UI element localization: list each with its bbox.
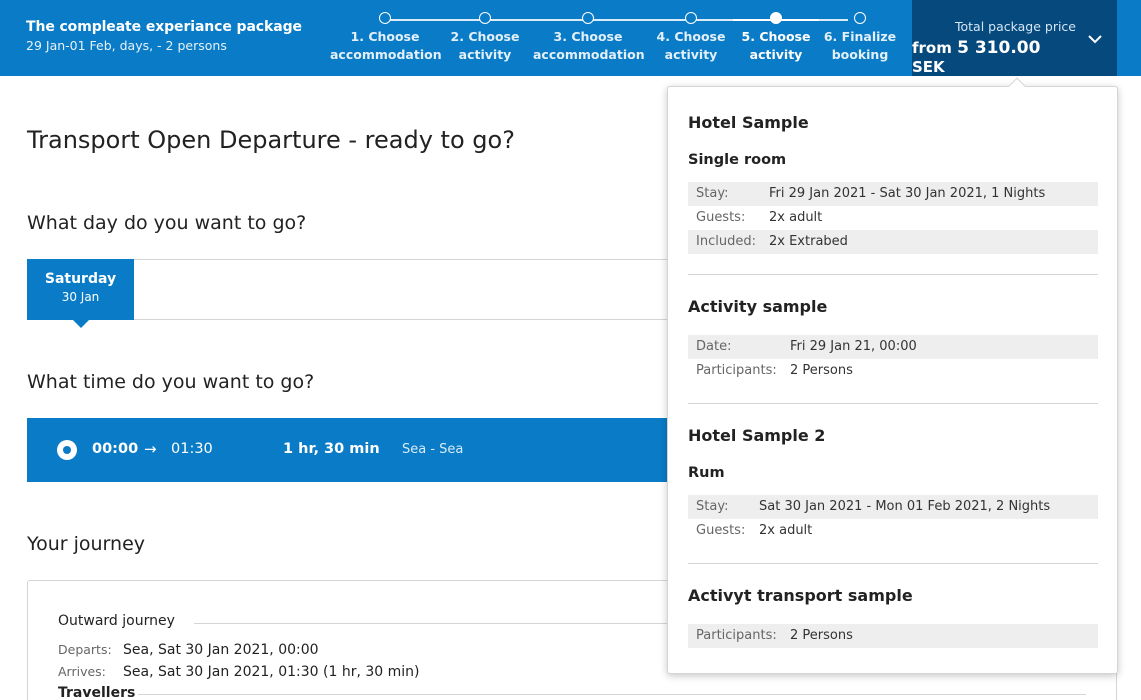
item-title: Hotel Sample 2: [688, 426, 826, 445]
detail-value: 2x adult: [769, 210, 823, 225]
day-tab-selected[interactable]: Saturday 30 Jan: [27, 259, 134, 328]
departs-key: Departs:: [58, 642, 112, 657]
item-title: Activyt transport sample: [688, 586, 913, 605]
step-dot: [854, 12, 866, 24]
detail-key: Stay:: [696, 499, 729, 514]
price-breakdown-dropdown: Hotel Sample Single room Stay: Fri 29 Ja…: [667, 77, 1118, 674]
departs-row: Departs: Sea, Sat 30 Jan 2021, 00:00: [58, 642, 319, 658]
chevron-down-icon: [1088, 35, 1102, 44]
trip-duration: 1 hr, 30 min: [283, 441, 380, 457]
package-dates: 29 Jan-01 Feb, days, - 2 persons: [26, 38, 227, 53]
item-subtitle: Rum: [688, 465, 725, 481]
top-header: The compleate experiance package 29 Jan-…: [0, 0, 1141, 76]
depart-time: 00:00: [92, 441, 139, 457]
step-label: 2. Choose: [450, 29, 520, 44]
step-label: accommodation: [330, 47, 442, 62]
page-title: Transport Open Departure - ready to go?: [27, 126, 515, 154]
arrive-time: 01:30: [171, 441, 213, 457]
time-heading: What time do you want to go?: [27, 371, 315, 393]
radio-selected-icon[interactable]: [57, 440, 77, 460]
item-title: Hotel Sample: [688, 113, 809, 132]
step-label: booking: [831, 47, 889, 62]
divider: [138, 694, 1086, 695]
detail-key: Guests:: [696, 523, 746, 538]
day-weekday: Saturday: [44, 271, 117, 287]
selected-pointer: [73, 320, 89, 328]
step-label: activity: [458, 47, 512, 62]
detail-key: Participants:: [696, 363, 777, 378]
price-prefix: from: [912, 39, 952, 57]
step-dot: [582, 12, 594, 24]
step-label: 1. Choose: [350, 29, 420, 44]
step-label: 3. Choose: [553, 29, 623, 44]
step-2[interactable]: 2. Choose activity: [430, 12, 540, 64]
detail-value: 2 Persons: [790, 363, 853, 378]
detail-value: 2 Persons: [790, 628, 853, 643]
departs-value: Sea, Sat 30 Jan 2021, 00:00: [123, 642, 319, 658]
step-label: 6. Finalize: [823, 29, 897, 44]
step-3[interactable]: 3. Choose accommodation: [533, 12, 645, 64]
detail-key: Participants:: [696, 628, 777, 643]
arrives-key: Arrives:: [58, 664, 106, 679]
price-toggle[interactable]: Total package price from 5 310.00 SEK: [912, 0, 1117, 76]
step-dot: [479, 12, 491, 24]
detail-row: Stay: Sat 30 Jan 2021 - Mon 01 Feb 2021,…: [688, 495, 1098, 519]
detail-row: Participants: 2 Persons: [688, 359, 1098, 383]
outward-journey-label: Outward journey: [58, 613, 175, 629]
divider: [688, 563, 1098, 564]
detail-value: Sat 30 Jan 2021 - Mon 01 Feb 2021, 2 Nig…: [759, 499, 1051, 514]
day-heading: What day do you want to go?: [27, 212, 307, 234]
price-currency: SEK: [912, 58, 945, 76]
booking-stepper: 1. Choose accommodation 2. Choose activity…: [330, 0, 902, 76]
price-value: from 5 310.00 SEK: [912, 38, 1076, 76]
detail-row: Included: 2x Extrabed: [688, 230, 1098, 254]
detail-row: Stay: Fri 29 Jan 2021 - Sat 30 Jan 2021,…: [688, 182, 1098, 206]
step-dot: [685, 12, 697, 24]
item-subtitle: Single room: [688, 152, 787, 168]
journey-heading: Your journey: [27, 533, 145, 555]
travellers-label: Travellers: [58, 685, 136, 700]
detail-key: Date:: [696, 339, 732, 354]
step-6[interactable]: 6. Finalize booking: [805, 12, 915, 64]
package-title: The compleate experiance package: [26, 19, 302, 35]
dropdown-pointer: [1008, 77, 1026, 95]
detail-value: 2x adult: [759, 523, 813, 538]
divider: [688, 403, 1098, 404]
detail-row: Guests: 2x adult: [688, 206, 1098, 230]
detail-row: Guests: 2x adult: [688, 519, 1098, 543]
detail-row: Participants: 2 Persons: [688, 624, 1098, 648]
step-label: accommodation: [533, 47, 645, 62]
package-summary: The compleate experiance package 29 Jan-…: [26, 19, 302, 53]
detail-value: Fri 29 Jan 21, 00:00: [790, 339, 917, 354]
detail-key: Stay:: [696, 186, 729, 201]
price-amount: 5 310.00: [957, 38, 1041, 58]
trip-route: Sea - Sea: [402, 442, 464, 457]
time-option[interactable]: 00:00 → 01:30 1 hr, 30 min Sea - Sea: [27, 418, 707, 482]
arrives-row: Arrives: Sea, Sat 30 Jan 2021, 01:30 (1 h…: [58, 664, 419, 680]
detail-value: Fri 29 Jan 2021 - Sat 30 Jan 2021, 1 Nig…: [769, 186, 1046, 201]
step-dot: [379, 12, 391, 24]
detail-row: Date: Fri 29 Jan 21, 00:00: [688, 335, 1098, 359]
detail-key: Included:: [696, 234, 756, 249]
arrow-right-icon: →: [144, 440, 157, 458]
arrives-value: Sea, Sat 30 Jan 2021, 01:30 (1 hr, 30 mi…: [123, 664, 420, 680]
detail-value: 2x Extrabed: [769, 234, 848, 249]
item-title: Activity sample: [688, 297, 828, 316]
price-caption: Total package price: [954, 19, 1076, 34]
step-dot-active: [770, 12, 782, 24]
step-1[interactable]: 1. Choose accommodation: [330, 12, 442, 64]
day-date: 30 Jan: [61, 290, 100, 304]
divider: [688, 274, 1098, 275]
detail-key: Guests:: [696, 210, 746, 225]
